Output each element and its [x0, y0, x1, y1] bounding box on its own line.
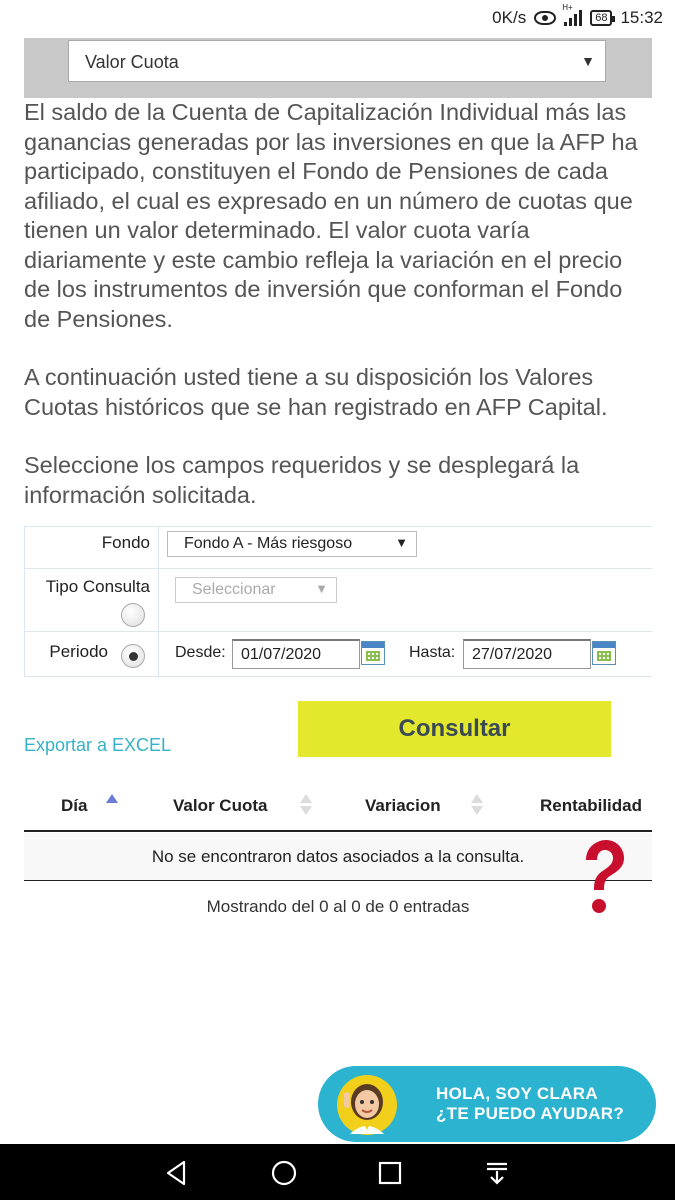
- results-empty-row: No se encontraron datos asociados a la c…: [24, 833, 652, 881]
- form-row-periodo: Periodo Desde: 01/07/2020 Hasta: 27/07/2…: [25, 632, 653, 678]
- intro-line: de Pensiones.: [24, 305, 173, 332]
- tipo-consulta-value: Seleccionar: [192, 581, 276, 598]
- recents-icon[interactable]: [373, 1156, 407, 1190]
- periodo-label-cell: Periodo: [25, 632, 159, 678]
- instructions-line: Seleccione los campos requeridos y se de…: [24, 452, 580, 478]
- sort-icon[interactable]: [300, 794, 312, 816]
- instructions-paragraph: Seleccione los campos requeridos y se de…: [24, 451, 652, 510]
- intro-line: tienen un valor determinado. El valor cu…: [24, 217, 530, 243]
- intro-paragraph: El saldo de la Cuenta de Capitalización …: [24, 98, 652, 334]
- column-header-rentabilidad[interactable]: Rentabilidad: [540, 796, 642, 816]
- desde-date-input[interactable]: 01/07/2020: [232, 639, 360, 669]
- form-row-tipo: Tipo Consulta Seleccionar ▼: [25, 569, 653, 632]
- results-count: Mostrando del 0 al 0 de 0 entradas: [206, 897, 470, 916]
- hasta-label: Hasta:: [409, 644, 456, 661]
- status-bar: 0K/s H+ 68 15:32: [0, 0, 675, 36]
- section-select[interactable]: Valor Cuota ▼: [68, 40, 606, 82]
- chat-greeting: HOLA, SOY CLARA ¿TE PUEDO AYUDAR?: [436, 1084, 624, 1124]
- calendar-icon[interactable]: [592, 641, 616, 665]
- intro-line: El saldo de la Cuenta de Capitalización …: [24, 99, 627, 125]
- battery-level: 68: [595, 12, 608, 24]
- network-type: H+: [562, 3, 573, 12]
- network-speed: 0K/s: [492, 8, 527, 27]
- form-row-fondo: Fondo Fondo A - Más riesgoso ▼: [25, 527, 653, 569]
- signal-icon: H+: [562, 4, 583, 26]
- sort-icon[interactable]: [471, 794, 483, 816]
- availability-paragraph: A continuación usted tiene a su disposic…: [24, 363, 652, 422]
- sort-ascending-icon[interactable]: [106, 794, 118, 803]
- hasta-date-value: 27/07/2020: [472, 646, 553, 663]
- chat-greeting-line: HOLA, SOY CLARA: [436, 1084, 598, 1103]
- calendar-icon[interactable]: [361, 641, 385, 665]
- assistant-avatar: [337, 1075, 397, 1135]
- home-icon[interactable]: [267, 1156, 301, 1190]
- desde-label: Desde:: [175, 644, 226, 661]
- intro-line: diariamente y este cambio refleja la var…: [24, 246, 623, 273]
- section-select-value: Valor Cuota: [85, 52, 179, 72]
- column-header-valor-cuota[interactable]: Valor Cuota: [173, 796, 267, 816]
- eye-comfort-icon: [534, 11, 557, 25]
- chat-greeting-line: ¿TE PUEDO AYUDAR?: [436, 1104, 625, 1123]
- column-header-dia[interactable]: Día: [61, 796, 87, 816]
- intro-line: participado, constituyen el Fondo de Pen…: [24, 158, 608, 184]
- back-icon[interactable]: [160, 1156, 194, 1190]
- section-select-bar: Valor Cuota ▼: [24, 38, 652, 98]
- tipo-label: Tipo Consulta: [45, 577, 150, 596]
- description: El saldo de la Cuenta de Capitalización …: [24, 98, 652, 510]
- hasta-date-input[interactable]: 27/07/2020: [463, 639, 591, 669]
- dropdown-arrow-icon: ▼: [581, 53, 595, 69]
- query-form: Fondo Fondo A - Más riesgoso ▼ Tipo Cons…: [24, 526, 653, 678]
- intro-line: ganancias generadas por las inversiones …: [24, 128, 638, 155]
- dropdown-arrow-icon: ▼: [315, 581, 328, 596]
- export-excel-link[interactable]: Exportar a EXCEL: [24, 735, 171, 756]
- desde-date-value: 01/07/2020: [241, 646, 322, 663]
- tipo-consulta-radio[interactable]: [121, 603, 145, 627]
- fondo-label-cell: Fondo: [25, 527, 159, 568]
- fondo-label: Fondo: [101, 533, 150, 552]
- fondo-select-value: Fondo A - Más riesgoso: [184, 535, 353, 552]
- instructions-line: información solicitada.: [24, 481, 257, 508]
- availability-line: A continuación usted tiene a su disposic…: [24, 364, 594, 390]
- battery-icon: 68: [590, 10, 616, 26]
- clock: 15:32: [620, 8, 663, 27]
- intro-line: afiliado, el cual es expresado en un núm…: [24, 187, 633, 214]
- dropdown-arrow-icon: ▼: [395, 535, 408, 550]
- results-table-header: Día Valor Cuota Variacion Rentabilidad: [24, 780, 652, 832]
- periodo-radio[interactable]: [121, 644, 145, 668]
- consultar-button[interactable]: Consultar: [298, 701, 611, 757]
- intro-line: de los instrumentos de inversión que con…: [24, 276, 623, 302]
- tipo-label-cell: Tipo Consulta: [25, 569, 159, 631]
- fondo-select[interactable]: Fondo A - Más riesgoso ▼: [167, 531, 417, 557]
- notification-pull-icon[interactable]: [480, 1156, 514, 1190]
- chat-assistant-bubble[interactable]: HOLA, SOY CLARA ¿TE PUEDO AYUDAR?: [318, 1066, 656, 1142]
- system-nav-bar: [0, 1144, 675, 1200]
- tipo-consulta-select[interactable]: Seleccionar ▼: [175, 577, 337, 603]
- help-question-icon[interactable]: [578, 838, 628, 918]
- column-header-variacion[interactable]: Variacion: [365, 796, 441, 816]
- periodo-label: Periodo: [49, 642, 108, 661]
- availability-line: Cuotas históricos que se han registrado …: [24, 393, 608, 420]
